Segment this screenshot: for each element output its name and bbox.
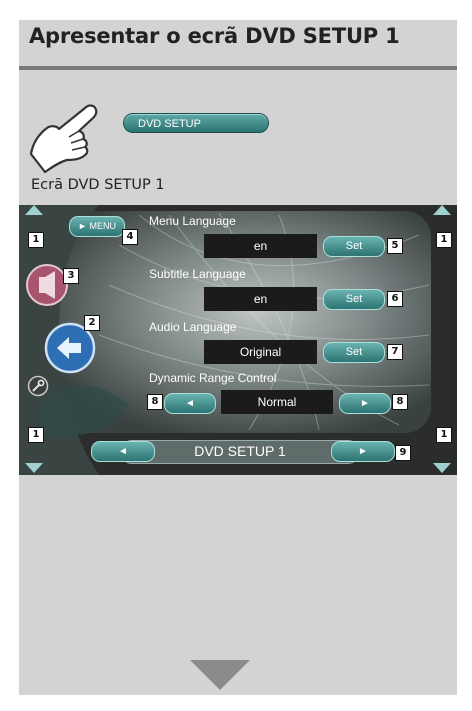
menu-language-value: en	[204, 234, 317, 258]
page-title: Apresentar o ecrã DVD SETUP 1	[29, 24, 400, 48]
hand-pointer-icon	[29, 104, 98, 174]
callout-8-left: 8	[147, 394, 163, 410]
callout-1-top-right: 1	[436, 232, 452, 248]
audio-language-label: Audio Language	[149, 320, 237, 334]
menu-language-label: Menu Language	[149, 214, 236, 228]
callout-2: 2	[84, 315, 100, 331]
subtitle-language-value: en	[204, 287, 317, 311]
callout-5: 5	[387, 238, 403, 254]
dvd-setup-button[interactable]: DVD SETUP	[123, 113, 269, 133]
instruction-panel: Apresentar o ecrã DVD SETUP 1 DVD SETUP …	[19, 20, 457, 695]
callout-1-bottom-left: 1	[28, 427, 44, 443]
subtitle-language-set-button[interactable]: Set	[323, 289, 385, 310]
screen-caption: Ecrã DVD SETUP 1	[31, 177, 165, 193]
title-divider	[19, 66, 457, 70]
down-arrow-icon	[190, 660, 250, 690]
callout-8-right: 8	[392, 394, 408, 410]
prev-screen-button[interactable]: ◄	[91, 441, 155, 462]
wrench-icon[interactable]	[27, 375, 49, 397]
audio-language-set-button[interactable]: Set	[323, 342, 385, 363]
menu-button[interactable]: ► MENU	[69, 216, 125, 237]
subtitle-language-label: Subtitle Language	[149, 267, 246, 281]
callout-6: 6	[387, 291, 403, 307]
callout-1-bottom-right: 1	[436, 427, 452, 443]
audio-language-value: Original	[204, 340, 317, 364]
drc-prev-button[interactable]: ◄	[164, 393, 216, 414]
callout-3: 3	[63, 268, 79, 284]
callout-7: 7	[387, 344, 403, 360]
callout-1-top-left: 1	[28, 232, 44, 248]
callout-9: 9	[395, 445, 411, 461]
menu-language-set-button[interactable]: Set	[323, 236, 385, 257]
callout-4: 4	[122, 229, 138, 245]
next-screen-button[interactable]: ►	[331, 441, 395, 462]
drc-next-button[interactable]: ►	[339, 393, 391, 414]
drc-value: Normal	[221, 390, 333, 414]
dvd-setup-screen: ► MENU Menu Language en Set Subtitle Lan…	[19, 205, 457, 475]
screen-title: DVD SETUP 1	[194, 443, 286, 459]
drc-label: Dynamic Range Control	[149, 371, 277, 385]
menu-label: MENU	[89, 221, 116, 231]
